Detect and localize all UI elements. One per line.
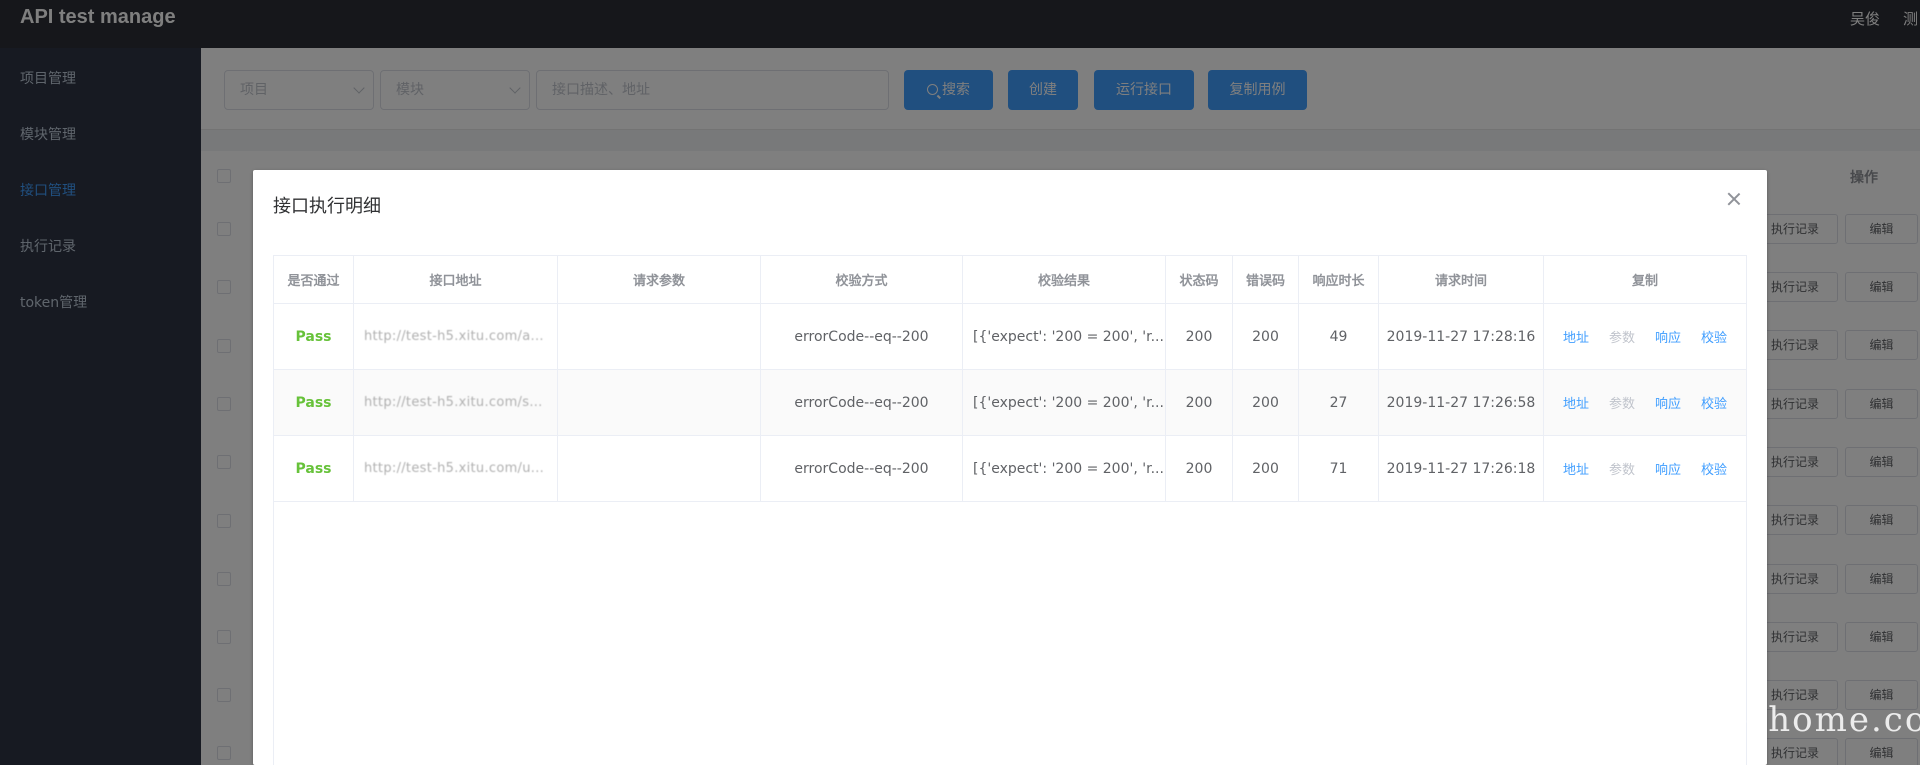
pass-cell: Pass: [274, 370, 354, 435]
copy-check-link[interactable]: 校验: [1701, 327, 1727, 346]
copy-response-link[interactable]: 响应: [1655, 393, 1681, 412]
interface-url: http://test-h5.xitu.com/s...: [364, 395, 543, 410]
execution-detail-table: 是否通过 接口地址 请求参数 校验方式 校验结果 状态码 错误码 响应时长 请求…: [273, 255, 1747, 765]
check-result-cell: [{'expect': '200 = 200', 'r...: [963, 304, 1166, 369]
pass-status: Pass: [295, 460, 332, 477]
check-result-cell: [{'expect': '200 = 200', 'r...: [963, 436, 1166, 501]
copy-params-link[interactable]: 参数: [1609, 327, 1635, 346]
column-header: 错误码: [1233, 256, 1299, 303]
status-code-cell: 200: [1166, 436, 1233, 501]
response-time-cell: 71: [1299, 436, 1379, 501]
copy-address-link[interactable]: 地址: [1563, 459, 1589, 478]
request-time-cell: 2019-11-27 17:26:18: [1379, 436, 1544, 501]
column-header: 请求参数: [558, 256, 761, 303]
pass-status: Pass: [295, 394, 332, 411]
column-header: 接口地址: [354, 256, 558, 303]
copy-response-link[interactable]: 响应: [1655, 459, 1681, 478]
response-time-cell: 49: [1299, 304, 1379, 369]
copy-address-link[interactable]: 地址: [1563, 327, 1589, 346]
copy-check-link[interactable]: 校验: [1701, 393, 1727, 412]
error-code-cell: 200: [1233, 436, 1299, 501]
copy-check-link[interactable]: 校验: [1701, 459, 1727, 478]
copy-cell: 地址 参数 响应 校验: [1544, 304, 1746, 369]
response-time-cell: 27: [1299, 370, 1379, 435]
column-header: 校验方式: [761, 256, 963, 303]
close-icon[interactable]: [1727, 192, 1741, 206]
copy-cell: 地址 参数 响应 校验: [1544, 436, 1746, 501]
params-cell: [558, 436, 761, 501]
table-row: Pass http://test-h5.xitu.com/s... errorC…: [274, 370, 1746, 436]
watermark: testerhome.com: [1655, 700, 1920, 740]
column-header: 响应时长: [1299, 256, 1379, 303]
interface-url: http://test-h5.xitu.com/u...: [364, 461, 545, 476]
table-header-row: 是否通过 接口地址 请求参数 校验方式 校验结果 状态码 错误码 响应时长 请求…: [274, 256, 1746, 304]
column-header: 是否通过: [274, 256, 354, 303]
pass-cell: Pass: [274, 436, 354, 501]
request-time-cell: 2019-11-27 17:28:16: [1379, 304, 1544, 369]
error-code-cell: 200: [1233, 370, 1299, 435]
url-cell: http://test-h5.xitu.com/s...: [354, 370, 558, 435]
error-code-cell: 200: [1233, 304, 1299, 369]
column-header: 请求时间: [1379, 256, 1544, 303]
execution-detail-dialog: 接口执行明细 是否通过 接口地址 请求参数 校验方式 校验结果 状态码 错误码 …: [253, 170, 1767, 765]
check-method-cell: errorCode--eq--200: [761, 436, 963, 501]
table-row: Pass http://test-h5.xitu.com/a... errorC…: [274, 304, 1746, 370]
pass-cell: Pass: [274, 304, 354, 369]
params-cell: [558, 370, 761, 435]
table-row: Pass http://test-h5.xitu.com/u... errorC…: [274, 436, 1746, 502]
status-code-cell: 200: [1166, 370, 1233, 435]
url-cell: http://test-h5.xitu.com/u...: [354, 436, 558, 501]
interface-url: http://test-h5.xitu.com/a...: [364, 329, 544, 344]
copy-cell: 地址 参数 响应 校验: [1544, 370, 1746, 435]
copy-response-link[interactable]: 响应: [1655, 327, 1681, 346]
check-method-cell: errorCode--eq--200: [761, 304, 963, 369]
copy-params-link[interactable]: 参数: [1609, 459, 1635, 478]
column-header: 状态码: [1166, 256, 1233, 303]
request-time-cell: 2019-11-27 17:26:58: [1379, 370, 1544, 435]
check-method-cell: errorCode--eq--200: [761, 370, 963, 435]
pass-status: Pass: [295, 328, 332, 345]
column-header: 校验结果: [963, 256, 1166, 303]
copy-params-link[interactable]: 参数: [1609, 393, 1635, 412]
column-header: 复制: [1631, 274, 1658, 289]
url-cell: http://test-h5.xitu.com/a...: [354, 304, 558, 369]
status-code-cell: 200: [1166, 304, 1233, 369]
params-cell: [558, 304, 761, 369]
dialog-title: 接口执行明细: [273, 196, 381, 217]
check-result-cell: [{'expect': '200 = 200', 'r...: [963, 370, 1166, 435]
copy-address-link[interactable]: 地址: [1563, 393, 1589, 412]
